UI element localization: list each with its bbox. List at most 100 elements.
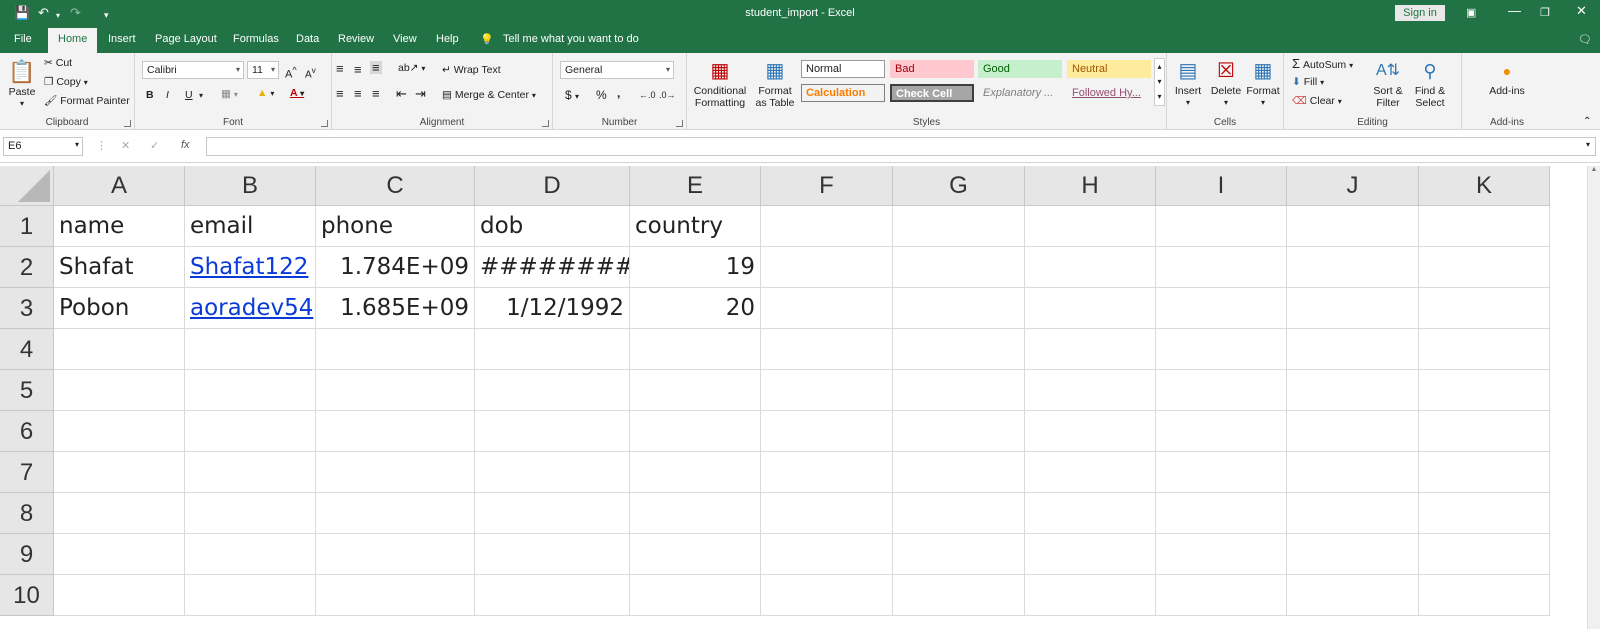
cell-f6[interactable] xyxy=(761,411,893,452)
cell-f3[interactable] xyxy=(761,288,893,329)
tab-file[interactable]: File xyxy=(14,33,32,45)
cell-g9[interactable] xyxy=(893,534,1025,575)
tell-me-search[interactable]: Tell me what you want to do xyxy=(503,33,639,45)
cell-g10[interactable] xyxy=(893,575,1025,616)
top-align-icon[interactable]: ≡ xyxy=(336,62,344,75)
cell-h7[interactable] xyxy=(1025,452,1156,493)
cell-h4[interactable] xyxy=(1025,329,1156,370)
style-explanatory[interactable]: Explanatory ... xyxy=(978,84,1062,102)
styles-gallery-scroll[interactable]: ▴ ▾ ▾ xyxy=(1154,58,1165,106)
cell-k5[interactable] xyxy=(1419,370,1550,411)
cell-a8[interactable] xyxy=(54,493,185,534)
cell-j6[interactable] xyxy=(1287,411,1419,452)
cell-a6[interactable] xyxy=(54,411,185,452)
italic-button[interactable]: I xyxy=(166,89,169,102)
increase-indent-icon[interactable]: ⇥ xyxy=(415,87,426,100)
name-box[interactable]: E6 ▾ xyxy=(3,137,83,156)
cell-h8[interactable] xyxy=(1025,493,1156,534)
style-good[interactable]: Good xyxy=(978,60,1062,78)
cell-i10[interactable] xyxy=(1156,575,1287,616)
cell-d5[interactable] xyxy=(475,370,630,411)
cell-k3[interactable] xyxy=(1419,288,1550,329)
merge-center-button[interactable]: ▤ Merge & Center ▾ xyxy=(442,89,536,102)
underline-button[interactable]: U xyxy=(185,89,193,102)
cell-c4[interactable] xyxy=(316,329,475,370)
decrease-font-icon[interactable]: Av xyxy=(305,64,316,81)
cell-i5[interactable] xyxy=(1156,370,1287,411)
cell-d9[interactable] xyxy=(475,534,630,575)
cell-e3[interactable]: 20 xyxy=(630,288,761,329)
paste-button[interactable]: 📋 Paste ▾ xyxy=(6,58,38,110)
tab-data[interactable]: Data xyxy=(296,33,319,45)
cell-j7[interactable] xyxy=(1287,452,1419,493)
cell-k9[interactable] xyxy=(1419,534,1550,575)
middle-align-icon[interactable]: ≡ xyxy=(354,63,362,76)
cell-g8[interactable] xyxy=(893,493,1025,534)
cell-j10[interactable] xyxy=(1287,575,1419,616)
addins-button[interactable]: ● Add-ins xyxy=(1482,57,1532,97)
cell-d10[interactable] xyxy=(475,575,630,616)
cell-h10[interactable] xyxy=(1025,575,1156,616)
cell-d2[interactable]: ######### xyxy=(475,247,630,288)
cell-g1[interactable] xyxy=(893,206,1025,247)
cell-c1[interactable]: phone xyxy=(316,206,475,247)
orientation-icon[interactable]: ab↗ ▾ xyxy=(398,62,425,75)
font-size-select[interactable]: 11 ▾ xyxy=(247,61,279,79)
style-check-cell[interactable]: Check Cell xyxy=(890,84,974,102)
cell-a3[interactable]: Pobon xyxy=(54,288,185,329)
cell-d6[interactable] xyxy=(475,411,630,452)
cell-i4[interactable] xyxy=(1156,329,1287,370)
expand-formula-bar-icon[interactable]: ▾ xyxy=(1586,140,1590,149)
row-header[interactable]: 6 xyxy=(0,411,54,452)
font-launcher-icon[interactable] xyxy=(321,120,328,127)
cell-e5[interactable] xyxy=(630,370,761,411)
clipboard-launcher-icon[interactable] xyxy=(124,120,131,127)
tab-formulas[interactable]: Formulas xyxy=(233,33,279,45)
cell-f9[interactable] xyxy=(761,534,893,575)
close-icon[interactable]: ✕ xyxy=(1576,3,1587,19)
cell-i2[interactable] xyxy=(1156,247,1287,288)
tab-view[interactable]: View xyxy=(393,33,417,45)
underline-dropdown-icon[interactable]: ▾ xyxy=(199,89,203,102)
cell-j8[interactable] xyxy=(1287,493,1419,534)
row-header[interactable]: 9 xyxy=(0,534,54,575)
cell-b2[interactable]: Shafat122 xyxy=(185,247,316,288)
cell-b4[interactable] xyxy=(185,329,316,370)
cell-c3[interactable]: 1.685E+09 xyxy=(316,288,475,329)
tab-insert[interactable]: Insert xyxy=(108,33,136,45)
cell-h9[interactable] xyxy=(1025,534,1156,575)
font-color-icon[interactable]: A ▾ xyxy=(290,87,304,100)
cell-c8[interactable] xyxy=(316,493,475,534)
cell-a1[interactable]: name xyxy=(54,206,185,247)
cell-j9[interactable] xyxy=(1287,534,1419,575)
cell-e7[interactable] xyxy=(630,452,761,493)
bottom-align-icon[interactable]: ≡ xyxy=(370,61,382,74)
cell-g4[interactable] xyxy=(893,329,1025,370)
find-select-button[interactable]: ⚲ Find & Select xyxy=(1410,57,1450,109)
cell-c6[interactable] xyxy=(316,411,475,452)
cell-b5[interactable] xyxy=(185,370,316,411)
column-header[interactable]: G xyxy=(893,166,1025,206)
cell-e2[interactable]: 19 xyxy=(630,247,761,288)
cut-button[interactable]: ✂ Cut xyxy=(44,57,72,70)
cell-i6[interactable] xyxy=(1156,411,1287,452)
style-calculation[interactable]: Calculation xyxy=(801,84,885,102)
cell-b6[interactable] xyxy=(185,411,316,452)
cell-a10[interactable] xyxy=(54,575,185,616)
ribbon-display-options-icon[interactable]: ▣ xyxy=(1466,6,1476,19)
decrease-indent-icon[interactable]: ⇤ xyxy=(396,87,407,100)
cell-h1[interactable] xyxy=(1025,206,1156,247)
cell-i9[interactable] xyxy=(1156,534,1287,575)
cell-j2[interactable] xyxy=(1287,247,1419,288)
borders-icon[interactable]: ▦ ▾ xyxy=(221,88,238,101)
wrap-text-button[interactable]: ↵ Wrap Text xyxy=(442,64,501,77)
cell-a5[interactable] xyxy=(54,370,185,411)
cell-k8[interactable] xyxy=(1419,493,1550,534)
conditional-formatting-button[interactable]: ▦ Conditional Formatting xyxy=(691,57,749,109)
fill-button[interactable]: ⬇ Fill ▾ xyxy=(1292,76,1324,89)
cell-a9[interactable] xyxy=(54,534,185,575)
number-format-select[interactable]: General ▾ xyxy=(560,61,674,79)
row-header[interactable]: 1 xyxy=(0,206,54,247)
cell-f1[interactable] xyxy=(761,206,893,247)
style-neutral[interactable]: Neutral xyxy=(1067,60,1151,78)
